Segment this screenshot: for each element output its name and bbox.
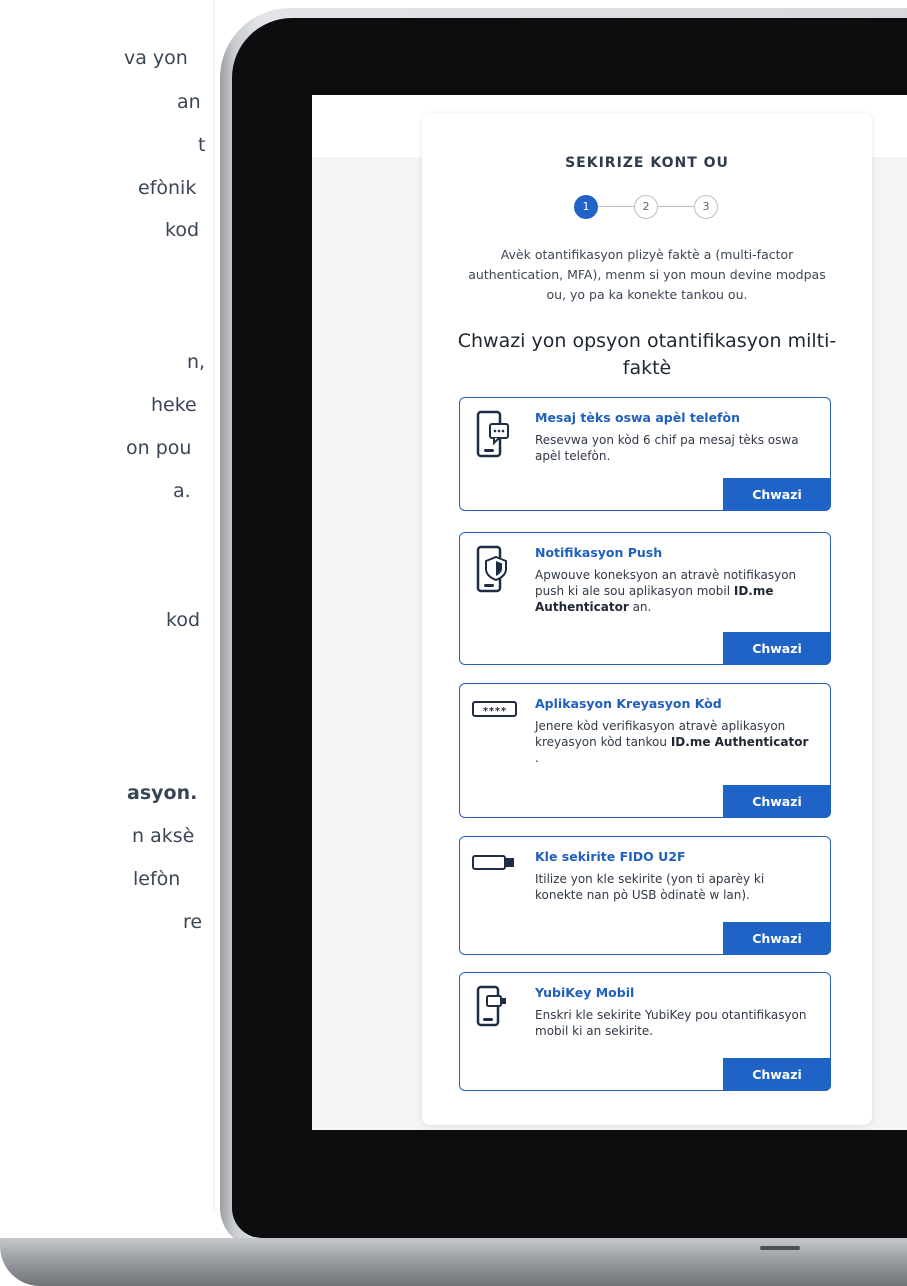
page-title: SEKIRIZE KONT OU xyxy=(565,155,729,171)
option-title: YubiKey Mobil xyxy=(535,985,635,1000)
option-push: Notifikasyon Push Apwouve koneksyon an a… xyxy=(459,532,831,665)
option-description: Apwouve koneksyon an atravè notifikasyon… xyxy=(535,567,815,615)
svg-text:****: **** xyxy=(482,706,506,717)
article-text: heke xyxy=(151,394,197,416)
phone-usb-key-icon xyxy=(472,985,512,1037)
stepper: 1 2 3 xyxy=(574,195,724,223)
option-description: Resevwa yon kòd 6 chif pa mesaj tèks osw… xyxy=(535,433,799,463)
phone-shield-icon xyxy=(472,545,512,597)
option-code-app: **** Aplikasyon Kreyasyon Kòd Jenere kòd… xyxy=(459,683,831,818)
section-heading: Chwazi yon opsyon otantifikasyon milti-f… xyxy=(457,330,837,379)
article-text: a. xyxy=(173,480,191,502)
choose-code-app-button[interactable]: Chwazi xyxy=(723,785,831,818)
option-description: Jenere kòd verifikasyon atravè aplikasyo… xyxy=(535,718,815,766)
article-text: an xyxy=(177,91,201,113)
article-text: n aksè xyxy=(132,825,195,847)
article-text: kod xyxy=(165,219,200,241)
option-fido: Kle sekirite FIDO U2F Itilize yon kle se… xyxy=(459,836,831,955)
usb-key-icon xyxy=(472,853,518,905)
option-title: Mesaj tèks oswa apèl telefòn xyxy=(535,410,740,425)
article-text: lefòn xyxy=(133,868,181,890)
intro-text: Avèk otantifikasyon plizyè faktè a (mult… xyxy=(468,247,826,302)
divider xyxy=(213,0,215,1210)
article-text: efònik xyxy=(138,177,197,199)
option-sms-call: Mesaj tèks oswa apèl telefòn Resevwa yon… xyxy=(459,397,831,511)
laptop-screen: SEKIRIZE KONT OU 1 2 3 Avèk otantifikasy… xyxy=(312,95,907,1130)
step-2: 2 xyxy=(634,195,658,219)
background-article: va yon an t efònik kod n, heke on pou a.… xyxy=(0,0,215,1286)
option-description: Enskri kle sekirite YubiKey pou otantifi… xyxy=(535,1008,807,1038)
step-1: 1 xyxy=(574,195,598,219)
choose-fido-button[interactable]: Chwazi xyxy=(723,922,831,955)
choose-push-button[interactable]: Chwazi xyxy=(723,632,831,665)
desc-text: an. xyxy=(628,600,652,614)
step-connector xyxy=(598,206,634,207)
phone-message-icon xyxy=(472,410,512,462)
option-yubikey: YubiKey Mobil Enskri kle sekirite YubiKe… xyxy=(459,972,831,1091)
article-text: n, xyxy=(187,351,206,373)
article-text: asyon. xyxy=(127,782,198,804)
option-title: Aplikasyon Kreyasyon Kòd xyxy=(535,696,722,711)
article-text: kod xyxy=(166,609,201,631)
article-text: va yon xyxy=(124,47,188,69)
step-3: 3 xyxy=(694,195,718,219)
article-text: on pou xyxy=(126,437,192,459)
app-name: ID.me Authenticator xyxy=(670,735,809,749)
article-text: t xyxy=(198,134,206,156)
option-title: Kle sekirite FIDO U2F xyxy=(535,849,686,864)
laptop-notch xyxy=(760,1246,800,1250)
mfa-card: SEKIRIZE KONT OU 1 2 3 Avèk otantifikasy… xyxy=(422,113,872,1125)
choose-sms-button[interactable]: Chwazi xyxy=(723,478,831,511)
option-title: Notifikasyon Push xyxy=(535,545,663,560)
step-connector xyxy=(658,206,694,207)
password-field-icon: **** xyxy=(472,700,518,752)
desc-text: . xyxy=(535,751,539,765)
option-description: Itilize yon kle sekirite (yon ti aparèy … xyxy=(535,872,765,902)
choose-yubikey-button[interactable]: Chwazi xyxy=(723,1058,831,1091)
article-text: re xyxy=(183,911,203,933)
